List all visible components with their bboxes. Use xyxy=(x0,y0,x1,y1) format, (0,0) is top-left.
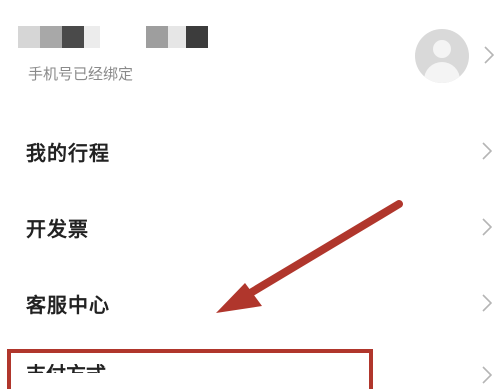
annotation-arrow-icon xyxy=(216,200,403,313)
